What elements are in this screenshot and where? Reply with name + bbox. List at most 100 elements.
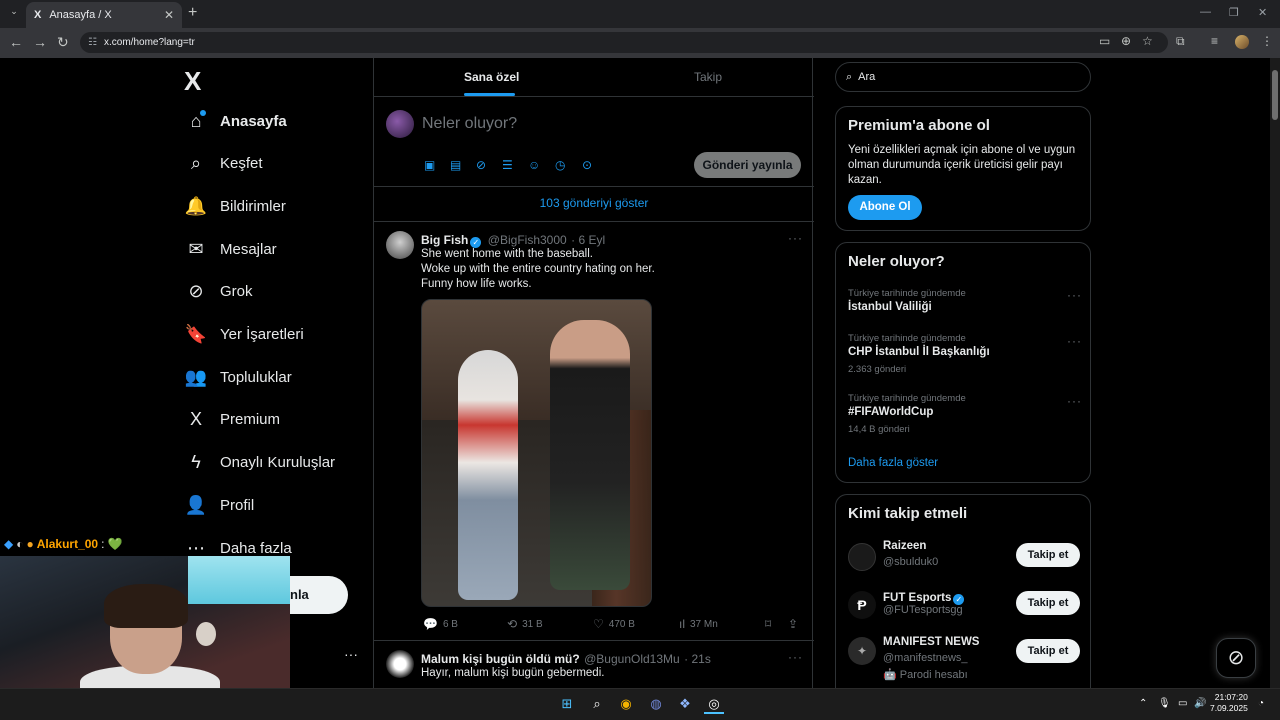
browser-profile-avatar[interactable] bbox=[1235, 35, 1249, 49]
reply-button[interactable]: 💬 6 B bbox=[423, 617, 458, 631]
fut-logo-icon[interactable]: Ᵽ bbox=[848, 591, 876, 619]
account-handle[interactable]: @FUTesportsgg bbox=[883, 604, 963, 616]
obs-icon[interactable]: ◎ bbox=[704, 694, 724, 714]
taskbar-clock[interactable]: 21:07:20 7.09.2025 bbox=[1210, 692, 1248, 714]
media-controls-icon[interactable]: ≡ bbox=[1211, 34, 1218, 48]
tweet-more-icon[interactable]: ··· bbox=[788, 231, 803, 245]
maximize-icon[interactable]: ❐ bbox=[1229, 6, 1239, 19]
image-icon[interactable]: ▣ bbox=[424, 158, 435, 172]
trend-name[interactable]: İstanbul Valiliği bbox=[848, 301, 932, 313]
gif-icon[interactable]: ▤ bbox=[450, 158, 461, 172]
sidebar-item-8[interactable]: ϟ Onaylı Kuruluşlar bbox=[184, 443, 335, 483]
zoom-icon[interactable]: ⊕ bbox=[1121, 34, 1131, 48]
app-icon[interactable]: ❖ bbox=[675, 694, 695, 714]
account-avatar[interactable] bbox=[848, 543, 876, 571]
sidebar-item-9[interactable]: 👤 Profil bbox=[184, 485, 254, 525]
sidebar-item-3[interactable]: ✉ Mesajlar bbox=[184, 229, 276, 269]
tweet-author-name[interactable]: Big Fish bbox=[421, 233, 468, 247]
microphone-icon[interactable]: 🎙 bbox=[1158, 698, 1171, 709]
like-button[interactable]: ♡ 470 B bbox=[593, 617, 635, 631]
scrollbar[interactable] bbox=[1270, 58, 1280, 688]
forward-icon[interactable]: → bbox=[33, 34, 47, 50]
trend-context: Türkiye tarihinde gündemde bbox=[848, 333, 966, 344]
sidebar-item-0[interactable]: ⌂ Anasayfa bbox=[184, 101, 287, 141]
retweet-button[interactable]: ⟲ 31 B bbox=[507, 617, 543, 631]
extensions-icon[interactable]: ⧉ bbox=[1176, 34, 1185, 49]
tweet-photo[interactable] bbox=[421, 299, 652, 607]
follow-button[interactable]: Takip et bbox=[1016, 639, 1080, 663]
volume-icon[interactable]: 🔊 bbox=[1194, 698, 1206, 709]
poll-icon[interactable]: ☰ bbox=[502, 158, 513, 172]
search-input[interactable]: ⌕ Ara bbox=[835, 62, 1091, 92]
sidebar-item-1[interactable]: ⌕ Keşfet bbox=[184, 144, 263, 184]
back-icon[interactable]: ← bbox=[9, 34, 23, 50]
retweet-icon: ⟲ bbox=[507, 617, 518, 631]
tweet-author-avatar[interactable] bbox=[386, 650, 414, 678]
scrollbar-thumb[interactable] bbox=[1272, 70, 1278, 120]
tab-close-icon[interactable]: ✕ bbox=[164, 8, 174, 22]
location-icon[interactable]: ⊙ bbox=[582, 158, 592, 172]
sidebar-item-2[interactable]: 🔔 Bildirimler bbox=[184, 186, 286, 226]
account-menu-dots-icon[interactable]: ··· bbox=[344, 646, 358, 662]
trend-more-icon[interactable]: ··· bbox=[1067, 394, 1082, 408]
account-handle[interactable]: @sbulduk0 bbox=[883, 556, 938, 568]
cast-icon[interactable]: ▭ bbox=[1099, 34, 1110, 48]
trend-name[interactable]: #FIFAWorldCup bbox=[848, 406, 933, 418]
account-name[interactable]: MANIFEST NEWS bbox=[883, 636, 979, 648]
subscribe-button[interactable]: Abone Ol bbox=[848, 195, 922, 220]
browser-tab[interactable]: X Anasayfa / X ✕ bbox=[26, 2, 182, 28]
x-logo[interactable]: X bbox=[184, 66, 201, 97]
trend-name[interactable]: CHP İstanbul İl Başkanlığı bbox=[848, 346, 990, 358]
green-heart-icon: 💚 bbox=[107, 537, 123, 551]
account-avatar[interactable]: ✦ bbox=[848, 637, 876, 665]
sidebar-item-4[interactable]: ⊘ Grok bbox=[184, 272, 252, 312]
composer-input[interactable]: Neler oluyor? bbox=[422, 115, 517, 133]
tray-chevron-icon[interactable]: ⌃ bbox=[1139, 698, 1147, 709]
grok-compose-icon[interactable]: ⊘ bbox=[476, 158, 486, 172]
post-submit-button[interactable]: Gönderi yayınla bbox=[694, 152, 801, 178]
network-icon[interactable]: ▭ bbox=[1178, 698, 1187, 709]
show-more-link[interactable]: Daha fazla göster bbox=[848, 457, 938, 469]
user-avatar[interactable] bbox=[386, 110, 414, 138]
reload-icon[interactable]: ↻ bbox=[57, 34, 69, 51]
start-icon[interactable]: ⊞ bbox=[557, 694, 577, 714]
emoji-icon[interactable]: ☺ bbox=[528, 158, 540, 172]
minimize-icon[interactable]: — bbox=[1200, 6, 1211, 18]
window-close-icon[interactable]: ✕ bbox=[1258, 6, 1267, 19]
browser-menu-icon[interactable]: ⋮ bbox=[1261, 34, 1273, 48]
sidebar-item-5[interactable]: 🔖 Yer İşaretleri bbox=[184, 315, 304, 355]
bookmark-star-icon[interactable]: ☆ bbox=[1142, 34, 1153, 48]
tweet-author-avatar[interactable] bbox=[386, 231, 414, 259]
schedule-icon[interactable]: ◷ bbox=[555, 158, 565, 172]
account-name[interactable]: Raizeen bbox=[883, 540, 926, 552]
tab-search-button[interactable]: ⌄ bbox=[6, 6, 22, 22]
address-bar[interactable]: ☷ x.com/home?lang=tr bbox=[80, 32, 1168, 53]
follow-button[interactable]: Takip et bbox=[1016, 543, 1080, 567]
taskbar-search-icon[interactable]: ⌕ bbox=[587, 694, 607, 714]
share-button[interactable]: ⇪ bbox=[788, 617, 798, 631]
sidebar-item-6[interactable]: 👥 Topluluklar bbox=[184, 357, 292, 397]
follow-button[interactable]: Takip et bbox=[1016, 591, 1080, 615]
views-button[interactable]: ıl 37 Mn bbox=[679, 617, 718, 631]
sidebar-item-7[interactable]: X Premium bbox=[184, 400, 280, 440]
account-name[interactable]: FUT Esports bbox=[883, 592, 951, 604]
discord-icon[interactable]: ◍ bbox=[646, 694, 666, 714]
tab-for-you[interactable]: Sana özel bbox=[464, 70, 519, 84]
bookmark-tweet-button[interactable]: ⌑ bbox=[765, 617, 771, 631]
tweet-more-icon[interactable]: ··· bbox=[788, 650, 803, 664]
trend-more-icon[interactable]: ··· bbox=[1067, 334, 1082, 348]
tweet-author-handle[interactable]: @BigFish3000 bbox=[488, 233, 567, 247]
tweet-time[interactable]: · 21s bbox=[684, 652, 711, 666]
trend-more-icon[interactable]: ··· bbox=[1067, 288, 1082, 302]
show-new-posts-link[interactable]: 103 gönderiyi göster bbox=[374, 196, 814, 210]
site-info-icon[interactable]: ☷ bbox=[88, 32, 97, 53]
grok-floating-button[interactable]: ⊘ bbox=[1216, 638, 1256, 678]
tweet-author-name[interactable]: Malum kişi bugün öldü mü? bbox=[421, 652, 580, 666]
new-tab-button[interactable]: + bbox=[188, 4, 197, 22]
tweet-time[interactable]: · 6 Eyl bbox=[571, 233, 605, 247]
tweet-author-handle[interactable]: @BugunOld13Mu bbox=[584, 652, 680, 666]
account-handle[interactable]: @manifestnews_ bbox=[883, 652, 968, 664]
notification-icon[interactable]: ◔ bbox=[1258, 698, 1264, 709]
tab-following[interactable]: Takip bbox=[694, 70, 722, 84]
chrome-icon[interactable]: ◉ bbox=[616, 694, 636, 714]
